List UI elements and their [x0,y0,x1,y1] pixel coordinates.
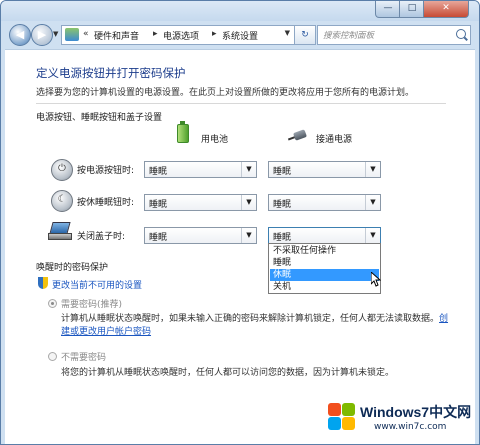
search-icon[interactable] [456,29,466,39]
recent-pages-icon[interactable]: ▼ [53,30,58,38]
maximize-button[interactable]: □ [399,1,425,18]
change-unavailable-settings-link[interactable]: 更改当前不可用的设置 [52,278,142,291]
chevron-down-icon[interactable]: ▼ [241,228,256,243]
search-placeholder: 搜索控制面板 [323,31,375,41]
row-label-power-button: 按电源按钮时: [77,166,135,176]
control-panel-icon [65,28,79,41]
row-label-close-lid: 关闭盖子时: [77,232,126,242]
breadcrumb-item-power-options[interactable]: 电源选项 [163,29,199,42]
forward-button[interactable]: ▶ [31,24,53,46]
column-header-battery: 用电池 [201,135,229,145]
refresh-button[interactable]: ↻ [294,25,316,45]
select-value: 睡眠 [149,233,168,243]
close-lid-plugged-select[interactable]: 睡眠 ▼ [268,227,381,244]
change-password-link[interactable]: 建或更改用户帐户密码 [61,324,151,337]
select-value: 睡眠 [149,167,168,177]
minimize-button[interactable]: — [375,1,401,18]
watermark-text: Windows7中文网 [360,404,472,420]
page-title: 定义电源按钮并打开密码保护 [36,66,186,80]
power-button-plugged-select[interactable]: 睡眠 ▼ [268,161,381,178]
address-dropdown-icon[interactable]: ▼ [285,29,290,37]
title-bar: — □ ✕ [1,1,479,21]
chevron-down-icon[interactable]: ▼ [365,162,380,177]
option-sleep[interactable]: 睡眠 [270,257,379,269]
require-password-label: 需要密码(推荐) [61,300,123,310]
windows-logo-icon [326,401,358,433]
power-icon: ⏻ [51,159,73,181]
content-area: 定义电源按钮并打开密码保护 选择要为您的计算机设置的电源设置。在此页上对设置所做… [5,49,475,444]
row-label-sleep-button: 按休睡眠钮时: [77,198,135,208]
address-bar[interactable]: « 硬件和声音 ▸ 电源选项 ▸ 系统设置 ▼ [61,25,295,45]
page-subtitle: 选择要为您的计算机设置的电源设置。在此页上对设置所做的更改将应用于您所有的电源计… [36,88,415,98]
watermark: Windows7中文网 www.win7c.com [326,399,476,439]
close-lid-options-list[interactable]: 不采取任何操作 睡眠 休眠 关机 [268,243,381,294]
select-value: 睡眠 [273,233,292,243]
power-plug-icon [287,129,310,141]
close-lid-battery-select[interactable]: 睡眠 ▼ [144,227,257,244]
no-password-radio[interactable] [48,352,57,361]
sleep-button-battery-select[interactable]: 睡眠 ▼ [144,194,257,211]
chevron-down-icon[interactable]: ▼ [365,195,380,210]
shield-icon [38,277,48,289]
option-do-nothing[interactable]: 不采取任何操作 [270,245,379,257]
breadcrumb-overflow-icon[interactable]: « [83,29,89,39]
search-input[interactable]: 搜索控制面板 [317,25,471,45]
control-panel-window: — □ ✕ ◀ ▶ ▼ « 硬件和声音 ▸ 电源选项 ▸ 系统设置 ▼ ↻ 搜索… [0,0,480,445]
section-heading: 电源按钮、睡眠按钮和盖子设置 [36,113,163,123]
chevron-down-icon[interactable]: ▼ [241,195,256,210]
column-header-plugged-in: 接通电源 [316,135,353,145]
require-password-description: 计算机从睡眠状态唤醒时，如果未输入正确的密码来解除计算机锁定，任何人都无法读取数… [61,314,449,324]
close-button[interactable]: ✕ [423,1,469,18]
password-protection-heading: 唤醒时的密码保护 [36,263,109,273]
sleep-icon: ☾ [51,190,73,212]
breadcrumb-item-system-settings[interactable]: 系统设置 [222,29,258,42]
breadcrumb-item-hardware[interactable]: 硬件和声音 [94,29,139,42]
select-value: 睡眠 [273,167,292,177]
no-password-label: 不需要密码 [61,353,107,363]
require-password-radio[interactable] [48,299,57,308]
battery-icon [177,121,189,143]
option-shut-down[interactable]: 关机 [270,281,379,293]
watermark-url: www.win7c.com [374,422,447,432]
chevron-down-icon[interactable]: ▼ [241,162,256,177]
select-value: 睡眠 [273,200,292,210]
divider [36,103,446,104]
breadcrumb-separator-icon[interactable]: ▸ [153,29,158,39]
select-value: 睡眠 [149,200,168,210]
sleep-button-plugged-select[interactable]: 睡眠 ▼ [268,194,381,211]
mouse-cursor-icon [371,272,381,287]
create-password-link[interactable]: 创 [439,314,448,324]
back-button[interactable]: ◀ [9,24,31,46]
power-button-battery-select[interactable]: 睡眠 ▼ [144,161,257,178]
no-password-description: 将您的计算机从睡眠状态唤醒时，任何人都可以访问您的数据，因为计算机未锁定。 [61,368,395,378]
breadcrumb-separator-icon[interactable]: ▸ [212,29,217,39]
navigation-bar: ◀ ▶ ▼ « 硬件和声音 ▸ 电源选项 ▸ 系统设置 ▼ ↻ 搜索控制面板 [1,21,479,49]
laptop-lid-icon [48,221,72,241]
chevron-down-icon[interactable]: ▼ [365,228,380,243]
option-hibernate[interactable]: 休眠 [270,269,379,281]
